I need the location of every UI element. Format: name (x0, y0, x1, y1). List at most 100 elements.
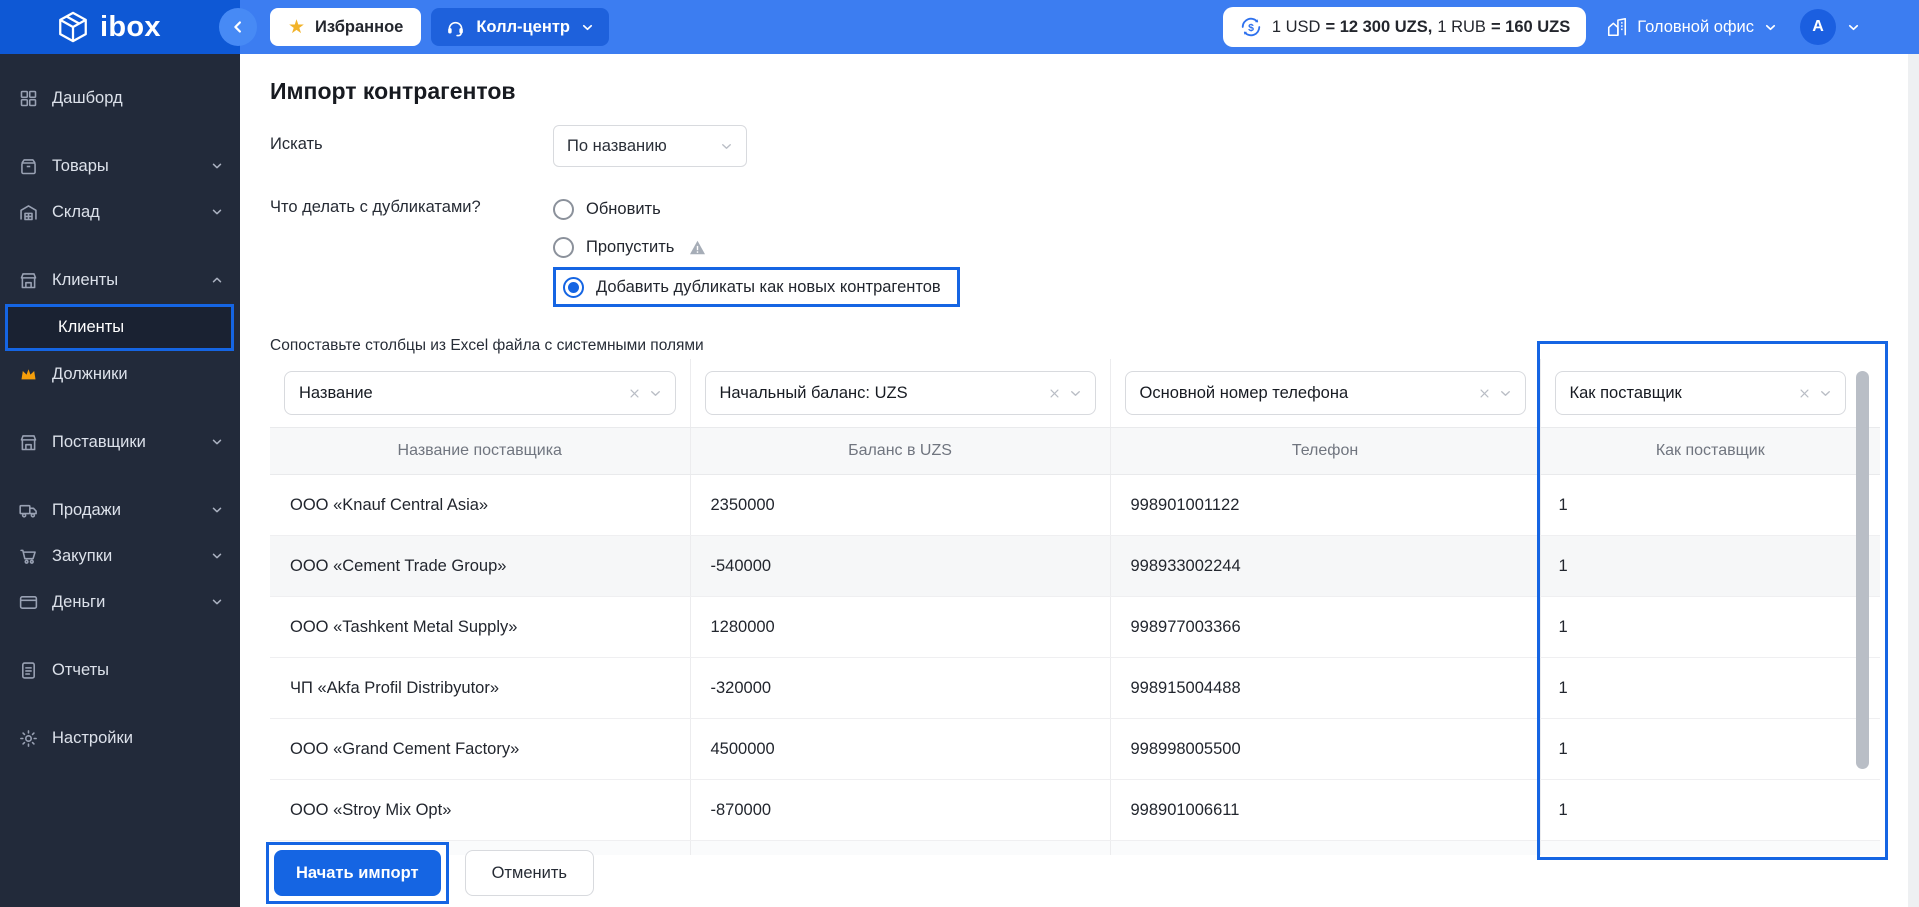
cell-balance: 4500000 (690, 719, 1110, 780)
app-window: ibox ★ Избранное (0, 0, 1919, 907)
chevron-down-icon[interactable] (648, 386, 663, 401)
sidebar-item-label: Склад (52, 203, 100, 222)
cell-as-supplier: 1 (1540, 658, 1880, 719)
cancel-button[interactable]: Отменить (465, 850, 594, 896)
radio-unchecked[interactable] (553, 199, 574, 220)
sidebar-item-products[interactable]: Товары (0, 143, 240, 189)
chevron-down-icon (210, 503, 224, 517)
truck-icon (18, 500, 40, 521)
branch-selector[interactable]: Головной офис (1606, 16, 1778, 38)
currency-rate-text: 1 USD= 12 300 UZS,1 RUB= 160 UZS (1272, 18, 1570, 37)
storefront-icon (18, 270, 40, 291)
brand-area[interactable]: ibox (0, 0, 240, 54)
chevron-down-icon[interactable] (1498, 386, 1513, 401)
table-row: ЧП «Akfa Profil Distribyutor» -320000 99… (270, 658, 1880, 719)
sidebar-item-settings[interactable]: Настройки (0, 715, 240, 761)
chevron-up-icon (210, 273, 224, 287)
mapping-select-name[interactable]: Название (284, 371, 676, 415)
column-header-balance: Баланс в UZS (690, 428, 1110, 475)
sidebar-item-suppliers[interactable]: Поставщики (0, 419, 240, 465)
sidebar-item-reports[interactable]: Отчеты (0, 647, 240, 693)
radio-unchecked[interactable] (553, 237, 574, 258)
radio-option-update[interactable]: Обновить (553, 195, 661, 223)
favorites-button[interactable]: ★ Избранное (270, 8, 421, 46)
chevron-down-icon (719, 139, 734, 154)
sidebar-collapse-button[interactable] (219, 8, 257, 46)
cell-balance: -540000 (690, 536, 1110, 597)
cell-phone: 998998005500 (1110, 719, 1540, 780)
sidebar-item-purchases[interactable]: Закупки (0, 533, 240, 579)
chevron-left-icon (229, 18, 247, 36)
clear-icon[interactable] (627, 386, 642, 401)
chevron-down-icon (210, 205, 224, 219)
sidebar-item-warehouse[interactable]: Склад (0, 189, 240, 235)
sidebar-item-debtors[interactable]: Должники (0, 351, 240, 397)
sidebar-item-clients[interactable]: Клиенты (0, 257, 240, 303)
sidebar-item-label: Настройки (52, 729, 133, 748)
clear-icon[interactable] (1477, 386, 1492, 401)
avatar[interactable]: A (1800, 9, 1836, 45)
column-header-as-supplier: Как поставщик (1540, 428, 1880, 475)
headset-icon (445, 17, 466, 38)
chevron-down-icon[interactable] (1846, 20, 1861, 35)
table-row: ООО «Cement Trade Group» -540000 9989330… (270, 536, 1880, 597)
mapping-select-as-supplier[interactable]: Как поставщик (1555, 371, 1847, 415)
start-import-button[interactable]: Начать импорт (274, 850, 441, 896)
sidebar-item-label: Клиенты (52, 271, 118, 290)
cell-name: ООО «Grand Cement Factory» (270, 719, 690, 780)
radio-option-add-as-new[interactable]: Добавить дубликаты как новых контрагенто… (563, 273, 941, 301)
table-scrollbar-thumb[interactable] (1856, 371, 1869, 769)
clear-icon[interactable] (1797, 386, 1812, 401)
crown-icon (18, 364, 40, 385)
avatar-letter: A (1812, 18, 1824, 36)
radio-checked[interactable] (563, 277, 584, 298)
chevron-down-icon (210, 549, 224, 563)
sidebar-item-money[interactable]: Деньги (0, 579, 240, 625)
cell-balance: -320000 (690, 658, 1110, 719)
brand-name: ibox (100, 11, 161, 44)
mapping-select-balance[interactable]: Начальный баланс: UZS (705, 371, 1096, 415)
column-header-name: Название поставщика (270, 428, 690, 475)
cell-balance: 1280000 (690, 597, 1110, 658)
sidebar-item-sales[interactable]: Продажи (0, 487, 240, 533)
chevron-down-icon (1763, 20, 1778, 35)
chevron-down-icon[interactable] (1068, 386, 1083, 401)
radio-label: Пропустить (586, 238, 674, 257)
box-icon (18, 156, 40, 177)
start-import-highlight: Начать импорт (266, 842, 449, 904)
sidebar-item-label: Товары (52, 157, 109, 176)
table-row: ООО «Stroy Mix Opt» -870000 998901006611… (270, 780, 1880, 841)
sidebar-item-label: Отчеты (52, 661, 109, 680)
credit-card-icon (18, 592, 40, 613)
cell-phone: 998977003366 (1110, 597, 1540, 658)
mapping-select-value: Название (299, 384, 373, 403)
search-by-select[interactable]: По названию (553, 125, 747, 167)
cell-as-supplier: 1 (1540, 536, 1880, 597)
sidebar-item-dashboard[interactable]: Дашборд (0, 75, 240, 121)
call-center-button[interactable]: Колл-центр (431, 8, 609, 46)
radio-label: Обновить (586, 200, 661, 219)
chevron-down-icon (210, 159, 224, 173)
sidebar-item-label: Поставщики (52, 433, 146, 452)
sidebar-item-label: Закупки (52, 547, 112, 566)
ibox-logo-icon (56, 10, 90, 44)
warning-icon (688, 238, 707, 257)
warehouse-icon (18, 202, 40, 223)
sidebar: Дашборд Товары Склад Клиенты (0, 54, 240, 907)
cell-balance: 2350000 (690, 475, 1110, 536)
radio-option-skip[interactable]: Пропустить (553, 233, 707, 261)
chevron-down-icon[interactable] (1818, 386, 1833, 401)
cell-phone: 998915004488 (1110, 658, 1540, 719)
mapping-select-phone[interactable]: Основной номер телефона (1125, 371, 1526, 415)
currency-rate-widget[interactable]: $ 1 USD= 12 300 UZS,1 RUB= 160 UZS (1223, 7, 1586, 47)
form-actions: Начать импорт Отменить (266, 842, 594, 904)
storefront-icon (18, 432, 40, 453)
header-right-area: ★ Избранное Колл-центр (240, 0, 1919, 54)
clear-icon[interactable] (1047, 386, 1062, 401)
column-header-phone: Телефон (1110, 428, 1540, 475)
selected-option-highlight: Добавить дубликаты как новых контрагенто… (553, 267, 960, 307)
window-scrollbar[interactable] (1908, 54, 1919, 907)
table-row: ООО «Tashkent Metal Supply» 1280000 9989… (270, 597, 1880, 658)
favorites-label: Избранное (315, 18, 403, 37)
sidebar-subitem-clients-active[interactable]: Клиенты (5, 304, 234, 351)
